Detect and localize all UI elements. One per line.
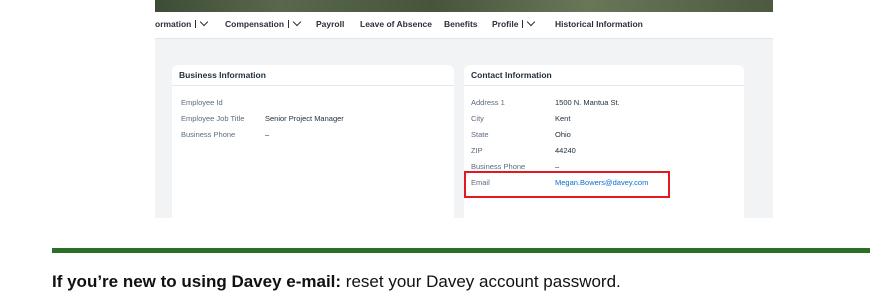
section-divider [52, 248, 870, 253]
business-phone-label: Business Phone [181, 130, 236, 139]
business-information-title: Business Information [179, 70, 266, 80]
business-information-card: Business Information Employee Id Employe… [172, 65, 454, 218]
job-title-label: Employee Job Title [181, 114, 245, 123]
tab-profile[interactable]: Profile [492, 17, 536, 29]
header-banner-image [155, 0, 773, 12]
city-value: Kent [555, 114, 571, 123]
job-title-value: Senior Project Manager [265, 114, 344, 123]
divider [172, 85, 454, 86]
contact-business-phone-label: Business Phone [471, 162, 526, 171]
tab-compensation[interactable]: Compensation [225, 17, 302, 29]
state-label: State [471, 130, 489, 139]
instruction-text: If you’re new to using Davey e-mail: res… [52, 272, 621, 292]
contact-business-phone-value: – [555, 162, 560, 171]
city-label: City [471, 114, 484, 123]
tab-payroll[interactable]: Payroll [316, 19, 344, 29]
tab-navigation-bar: ormation Compensation Payroll Leave of A… [155, 12, 773, 39]
screenshot-panel: ormation Compensation Payroll Leave of A… [155, 0, 773, 218]
divider [464, 85, 744, 86]
address-label: Address 1 [471, 98, 505, 107]
zip-value: 44240 [555, 146, 576, 155]
employee-id-label: Employee Id [181, 98, 223, 107]
chevron-down-icon[interactable] [292, 17, 302, 27]
business-phone-value: – [265, 130, 270, 139]
instruction-rest: reset your Davey account password. [341, 272, 621, 291]
tab-information[interactable]: ormation [155, 17, 209, 29]
chevron-down-icon[interactable] [200, 17, 209, 27]
tab-benefits[interactable]: Benefits [444, 19, 478, 29]
chevron-down-icon[interactable] [527, 17, 536, 27]
email-highlight-box [464, 171, 670, 198]
address-value: 1500 N. Mantua St. [555, 98, 620, 107]
tab-historical-information[interactable]: Historical Information [555, 19, 643, 29]
tab-separator [195, 20, 197, 28]
instruction-bold: If you’re new to using Davey e-mail: [52, 272, 342, 291]
tab-separator [288, 20, 290, 28]
state-value: Ohio [555, 130, 571, 139]
contact-information-title: Contact Information [471, 70, 552, 80]
zip-label: ZIP [471, 146, 483, 155]
tab-leave-of-absence[interactable]: Leave of Absence [360, 19, 432, 29]
tab-separator [522, 20, 524, 28]
